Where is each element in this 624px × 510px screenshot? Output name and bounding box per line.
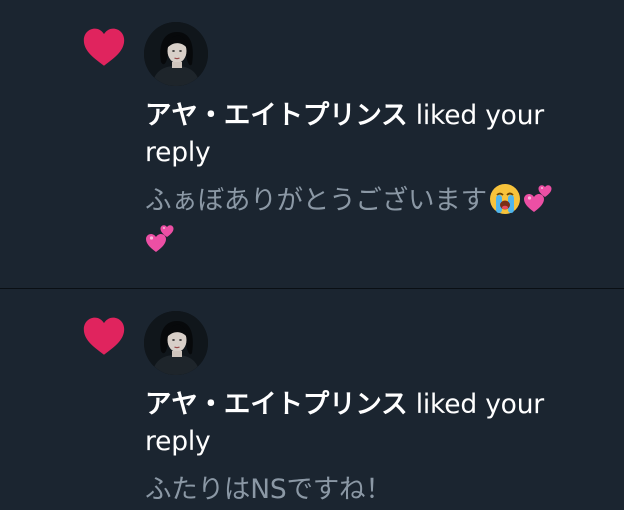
- notification-headline: アヤ・エイトプリンス liked your reply: [145, 386, 585, 460]
- notifications-feed: アヤ・エイトプリンス liked your reply ふぁぼありがとうございま…: [0, 0, 624, 510]
- two-hearts-icon: [523, 185, 552, 212]
- two-hearts-icon: [146, 225, 174, 252]
- loudly-crying-face-icon: [489, 184, 520, 214]
- author-name[interactable]: アヤ・エイトプリンス: [145, 100, 408, 131]
- reply-preview[interactable]: ふたりはNSですね！: [145, 470, 595, 510]
- avatar[interactable]: [144, 22, 208, 86]
- avatar[interactable]: [144, 311, 208, 375]
- like-notification[interactable]: アヤ・エイトプリンス liked your reply ふたりはNSですね！: [0, 289, 624, 510]
- notification-headline: アヤ・エイトプリンス liked your reply: [145, 97, 585, 171]
- like-notification[interactable]: アヤ・エイトプリンス liked your reply ふぁぼありがとうございま…: [0, 0, 624, 288]
- reply-text: ふぁぼありがとうございます: [145, 185, 487, 216]
- heart-icon: [83, 28, 125, 66]
- reply-text: ふたりはNSですね！: [145, 474, 392, 505]
- reply-preview[interactable]: ふぁぼありがとうございます: [145, 181, 595, 261]
- heart-icon: [83, 317, 125, 355]
- author-name[interactable]: アヤ・エイトプリンス: [145, 389, 408, 420]
